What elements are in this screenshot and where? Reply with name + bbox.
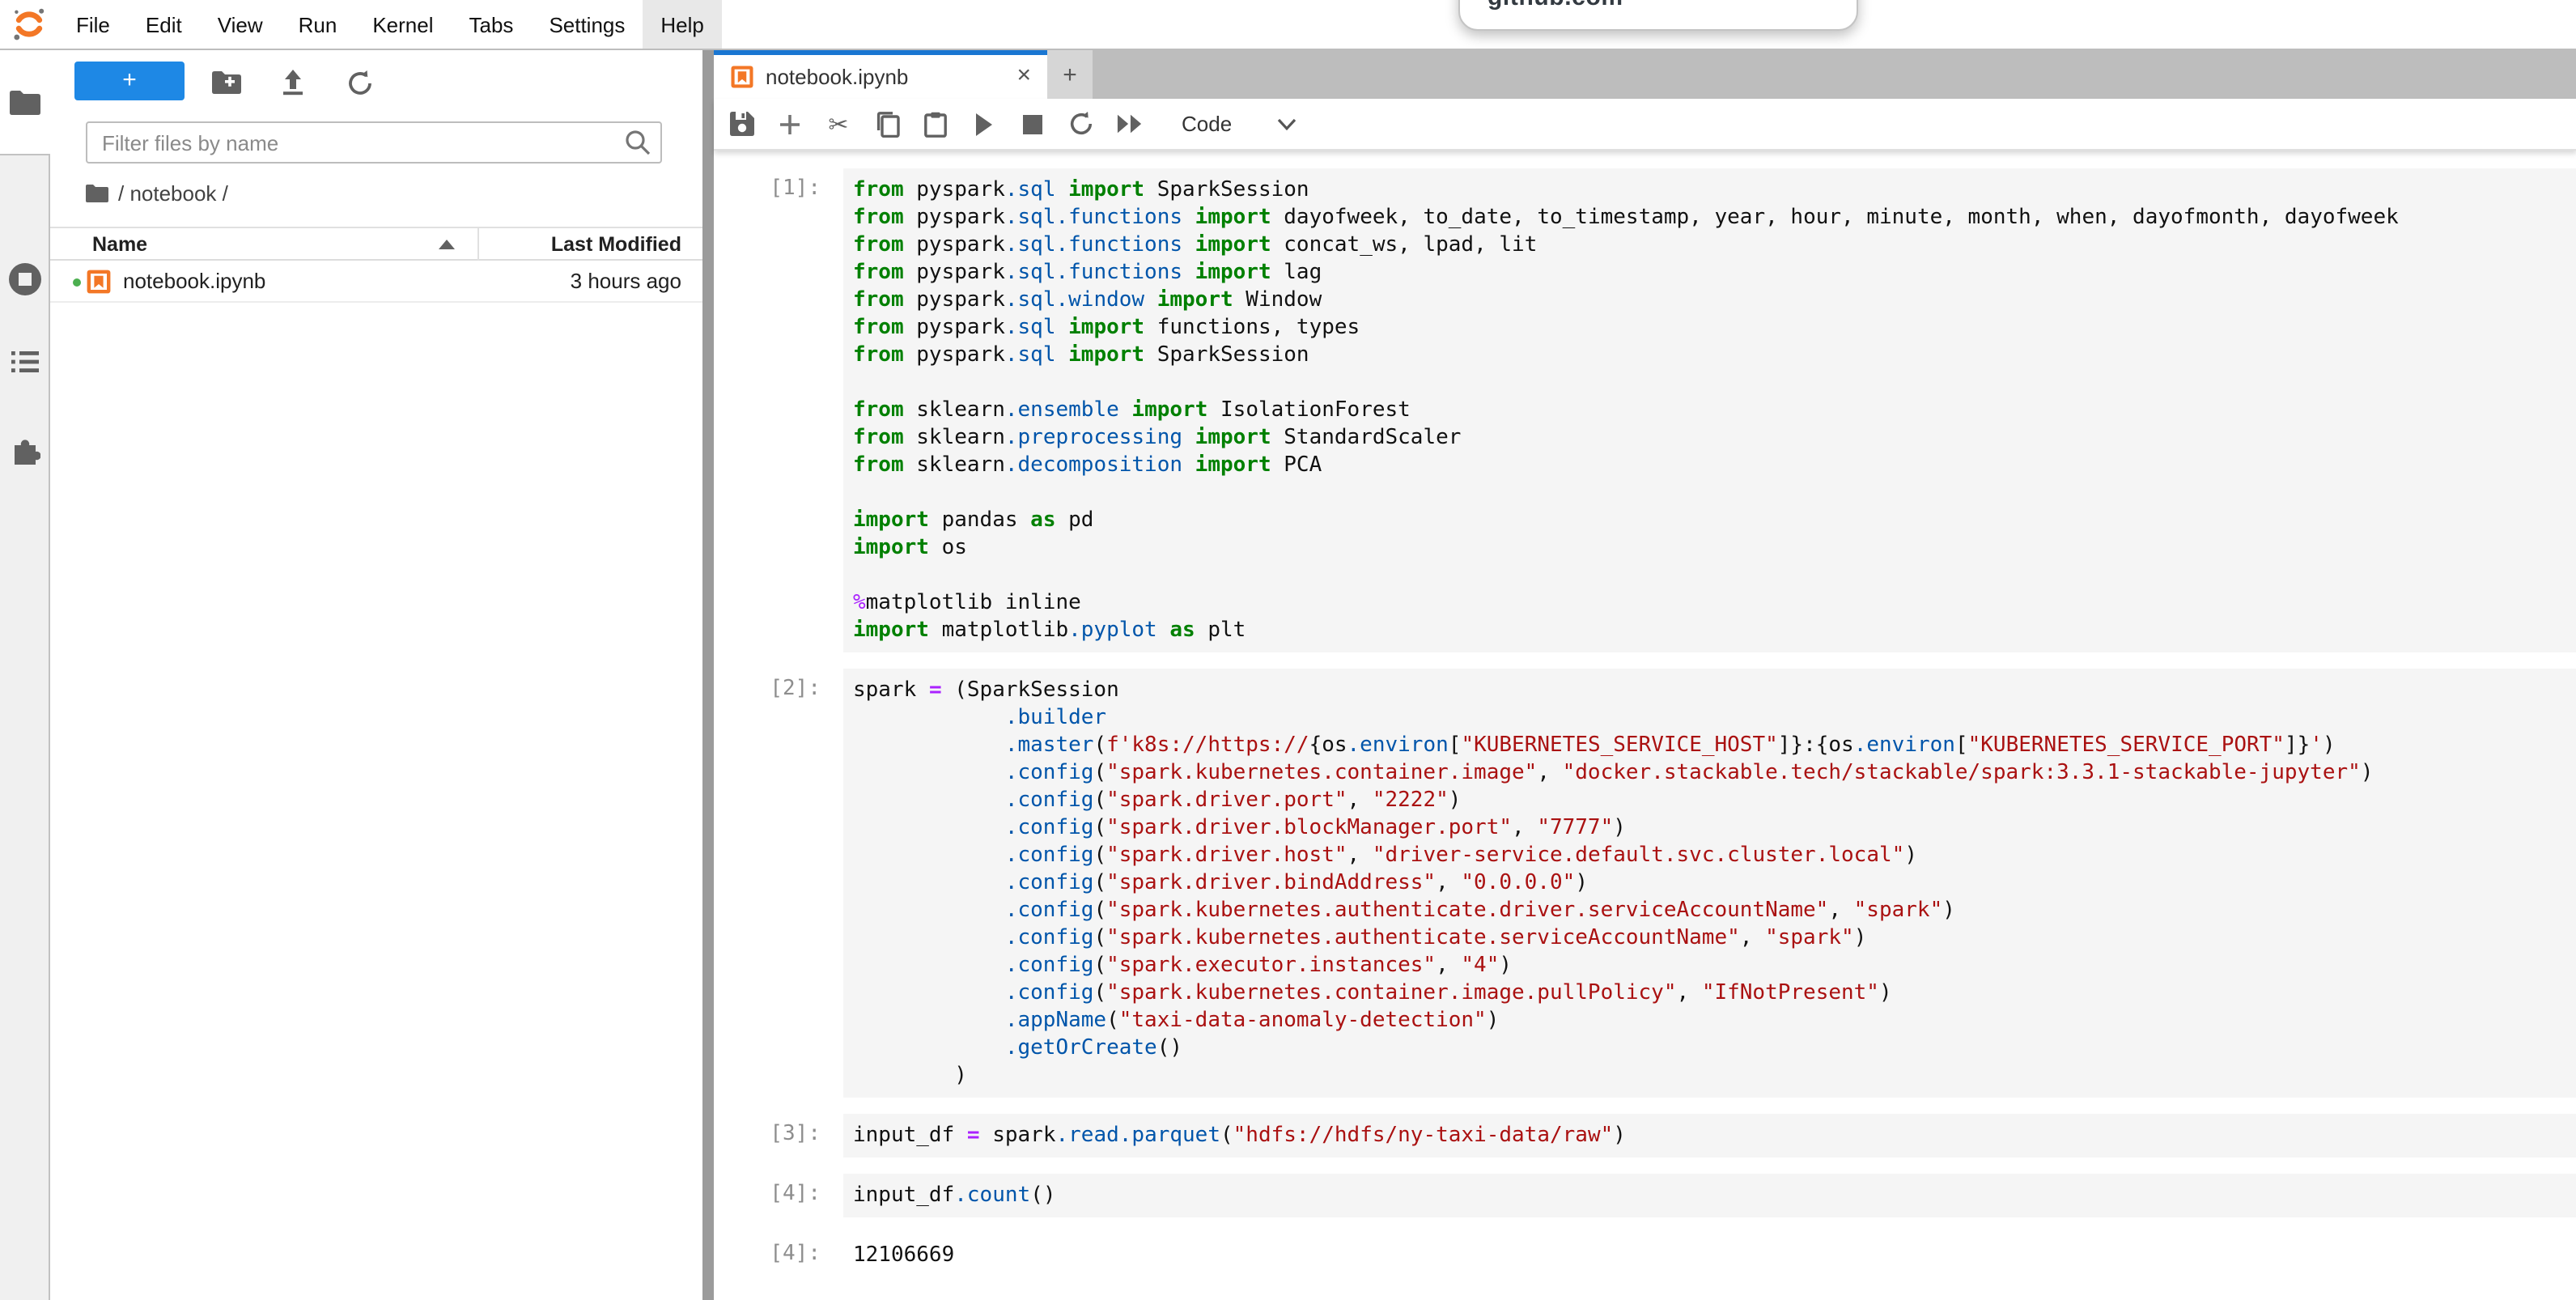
extensions-icon[interactable] xyxy=(0,434,49,465)
notebook-toolbar: ✂ Code xyxy=(714,99,2576,151)
code-cell-1: [1]: from pyspark.sql import SparkSessio… xyxy=(714,168,2576,652)
cell-editor[interactable]: from pyspark.sql import SparkSessionfrom… xyxy=(843,168,2576,652)
output-cell-4: [4]: 12106669 xyxy=(714,1234,2576,1277)
cell-editor[interactable]: spark = (SparkSession .builder .master(f… xyxy=(843,669,2576,1098)
code-cell-3: [3]: input_df = spark.read.parquet("hdfs… xyxy=(714,1114,2576,1158)
stop-kernel-icon[interactable] xyxy=(1020,111,1046,137)
rail-tab-file-browser[interactable] xyxy=(0,50,50,154)
tab-bar: notebook.ipynb × + xyxy=(714,50,2576,99)
tab-notebook[interactable]: notebook.ipynb × xyxy=(714,50,1047,99)
notebook-pane: notebook.ipynb × + ✂ xyxy=(714,50,2576,1300)
cut-cells-icon[interactable]: ✂ xyxy=(825,111,851,137)
menu-view[interactable]: View xyxy=(200,0,281,49)
upload-icon[interactable] xyxy=(277,66,309,99)
panel-splitter[interactable] xyxy=(702,50,714,1300)
notebook-cells-area: [1]: from pyspark.sql import SparkSessio… xyxy=(714,151,2576,1300)
new-launcher-button[interactable]: + xyxy=(74,62,185,100)
refresh-icon[interactable] xyxy=(343,66,376,99)
running-kernels-icon[interactable] xyxy=(0,261,49,298)
file-list-header: Name Last Modified xyxy=(50,227,702,261)
menu-bar: File Edit View Run Kernel Tabs Settings … xyxy=(0,0,2576,50)
new-tab-button[interactable]: + xyxy=(1047,50,1093,99)
folder-icon xyxy=(10,90,40,114)
menu-file[interactable]: File xyxy=(58,0,128,49)
jupyterlab-window: File Edit View Run Kernel Tabs Settings … xyxy=(0,0,2576,1300)
restart-kernel-icon[interactable] xyxy=(1068,111,1094,137)
notebook-tab-icon xyxy=(730,65,754,89)
filter-files-box xyxy=(86,121,662,164)
menu-tabs[interactable]: Tabs xyxy=(452,0,532,49)
search-icon xyxy=(625,130,651,155)
file-modified: 3 hours ago xyxy=(571,269,681,293)
copy-cells-icon[interactable] xyxy=(874,111,900,137)
breadcrumb[interactable]: / notebook / xyxy=(86,180,228,206)
home-folder-icon[interactable] xyxy=(86,184,108,202)
restart-run-all-icon[interactable] xyxy=(1117,111,1143,137)
cell-prompt: [4]: xyxy=(714,1174,843,1217)
code-cell-2: [2]: spark = (SparkSession .builder .mas… xyxy=(714,669,2576,1098)
cell-prompt: [1]: xyxy=(714,168,843,652)
sort-ascending-icon xyxy=(439,240,455,249)
rail-lower xyxy=(0,154,50,1300)
code-cell-4: [4]: input_df.count() xyxy=(714,1174,2576,1217)
menu-kernel[interactable]: Kernel xyxy=(354,0,451,49)
menu-edit[interactable]: Edit xyxy=(128,0,200,49)
output-value: 12106669 xyxy=(843,1234,2576,1277)
jupyter-logo-icon xyxy=(0,0,58,49)
github-popup-text: github.com xyxy=(1487,0,1623,11)
tab-close-icon[interactable]: × xyxy=(1016,60,1031,92)
tab-label: notebook.ipynb xyxy=(766,65,908,89)
chevron-down-icon[interactable] xyxy=(1277,117,1296,130)
run-cell-icon[interactable] xyxy=(971,111,997,137)
paste-cells-icon[interactable] xyxy=(923,111,948,137)
output-prompt: [4]: xyxy=(714,1234,843,1277)
cell-prompt: [3]: xyxy=(714,1114,843,1158)
activity-rail xyxy=(0,50,50,1300)
menu-help[interactable]: Help xyxy=(643,0,722,49)
column-header-last-modified[interactable]: Last Modified xyxy=(551,233,681,256)
cell-prompt: [2]: xyxy=(714,669,843,1098)
new-folder-icon[interactable] xyxy=(210,66,243,99)
kernel-running-dot xyxy=(73,278,81,287)
add-cell-icon[interactable] xyxy=(777,111,803,137)
file-row-notebook[interactable]: notebook.ipynb 3 hours ago xyxy=(50,262,702,303)
file-browser-panel: + / notebook / Name xyxy=(50,50,702,1300)
filter-files-input[interactable] xyxy=(86,121,662,164)
cell-type-dropdown[interactable]: Code xyxy=(1182,112,1232,136)
cell-editor[interactable]: input_df.count() xyxy=(843,1174,2576,1217)
column-header-name[interactable]: Name xyxy=(92,233,147,256)
notebook-file-icon xyxy=(86,269,112,295)
menu-settings[interactable]: Settings xyxy=(531,0,643,49)
file-name: notebook.ipynb xyxy=(123,269,265,293)
menu-run[interactable]: Run xyxy=(281,0,355,49)
save-icon[interactable] xyxy=(728,111,754,137)
github-popup: github.com xyxy=(1458,0,1858,31)
column-divider xyxy=(477,228,479,261)
cell-editor[interactable]: input_df = spark.read.parquet("hdfs://hd… xyxy=(843,1114,2576,1158)
file-browser-toolbar: + xyxy=(50,62,702,104)
table-of-contents-icon[interactable] xyxy=(0,350,49,374)
breadcrumb-path[interactable]: / notebook / xyxy=(118,181,228,205)
